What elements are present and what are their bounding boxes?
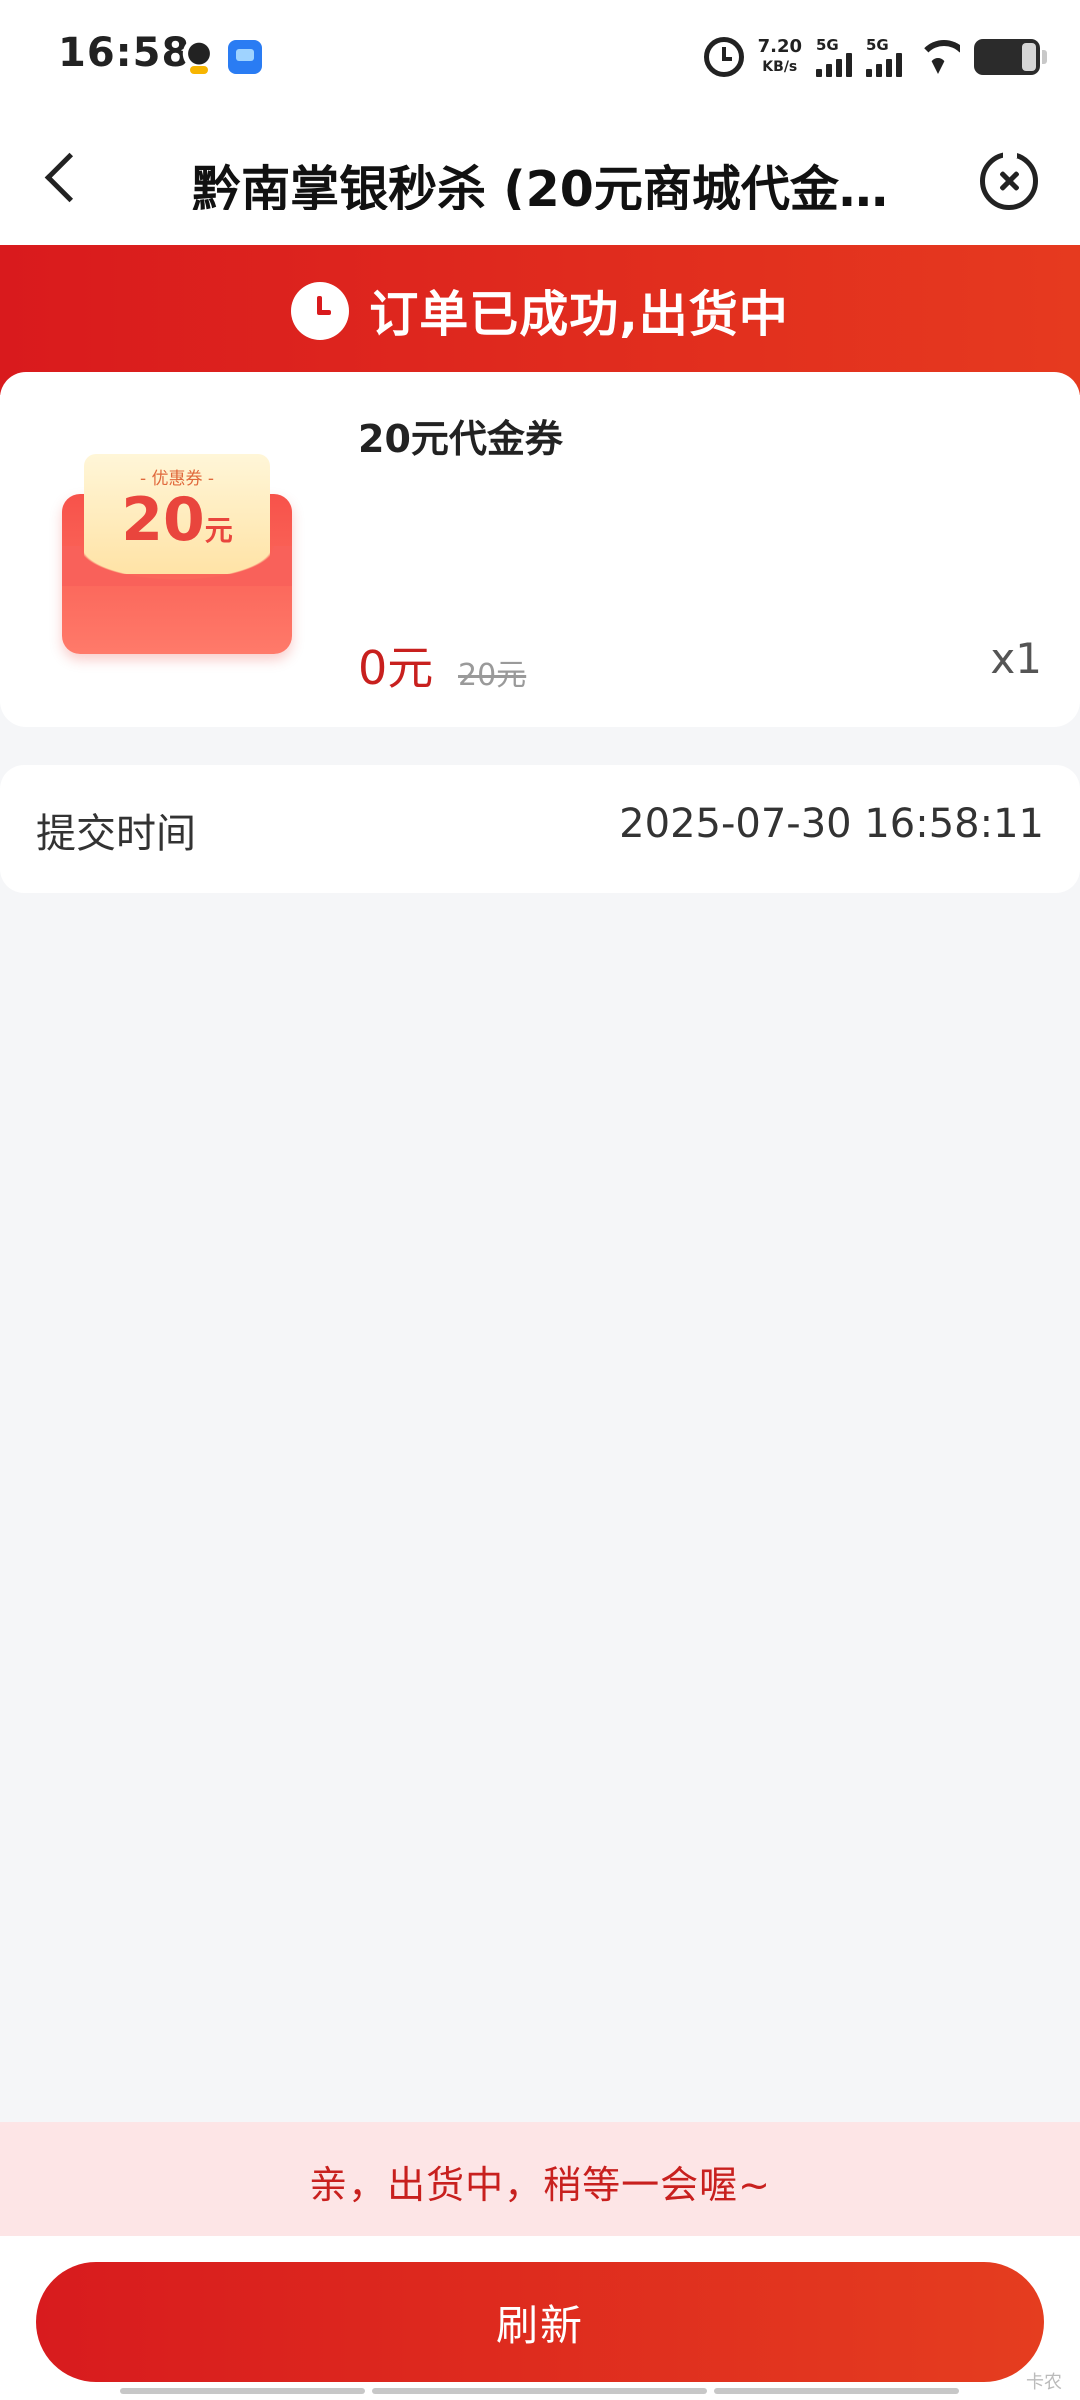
status-indicators: 7.20 KB/s 5G 5G — [703, 34, 1047, 80]
quantity: x1 — [990, 634, 1042, 683]
clock-icon — [291, 281, 350, 340]
gesture-bar-right — [714, 2388, 959, 2394]
signal-icon-sim1: 5G — [816, 37, 852, 77]
network-speed-unit: KB/s — [762, 59, 798, 75]
status-bar: 16:58 7.20 KB/s 5G 5G — [0, 0, 1080, 110]
watermark: 卡农 — [1026, 2372, 1062, 2393]
shipping-notice: 亲，出货中，稍等一会喔~ — [0, 2122, 1080, 2236]
network-speed: 7.20 KB/s — [758, 37, 802, 77]
product-card: - 优惠券 - 20元 20元代金券 0元 20元 x1 — [0, 372, 1080, 727]
shipping-notice-text: 亲，出货中，稍等一会喔~ — [309, 2163, 771, 2207]
submit-time-row: 提交时间 2025-07-30 16:58:11 — [0, 765, 1080, 893]
wifi-icon — [916, 40, 960, 74]
coupon-amount-unit: 元 — [204, 514, 233, 547]
refresh-button[interactable]: 刷新 — [36, 2262, 1044, 2382]
sim1-label: 5G — [816, 36, 839, 54]
sim2-label: 5G — [866, 36, 889, 54]
submit-time-label: 提交时间 — [36, 811, 196, 857]
envelope-flap — [62, 546, 292, 586]
qq-icon — [182, 40, 216, 74]
gesture-bar-center — [372, 2388, 707, 2394]
submit-time-value: 2025-07-30 16:58:11 — [619, 801, 1044, 847]
alarm-icon — [703, 37, 744, 77]
close-circle-icon — [1003, 148, 1017, 158]
network-speed-value: 7.20 — [757, 36, 802, 57]
status-time: 16:58 — [58, 30, 191, 76]
battery-icon — [974, 39, 1047, 75]
close-button[interactable] — [980, 148, 1038, 210]
product-name: 20元代金券 — [358, 417, 563, 461]
page-title: 黔南掌银秒杀 (20元商城代金… — [192, 161, 888, 210]
signal-icon-sim2: 5G — [866, 37, 902, 77]
price-current: 0元 — [358, 641, 434, 695]
nav-bar: 黔南掌银秒杀 (20元商城代金… — [0, 110, 1080, 245]
price-original: 20元 — [458, 658, 527, 693]
gesture-bar-left — [120, 2388, 365, 2394]
coupon-amount-value: 20 — [121, 485, 205, 555]
coupon-image: - 优惠券 - 20元 — [62, 454, 292, 654]
back-button[interactable] — [36, 144, 96, 214]
order-status-text: 订单已成功,出货中 — [369, 286, 789, 343]
refresh-button-label: 刷新 — [495, 2300, 584, 2350]
message-app-icon — [228, 40, 262, 74]
